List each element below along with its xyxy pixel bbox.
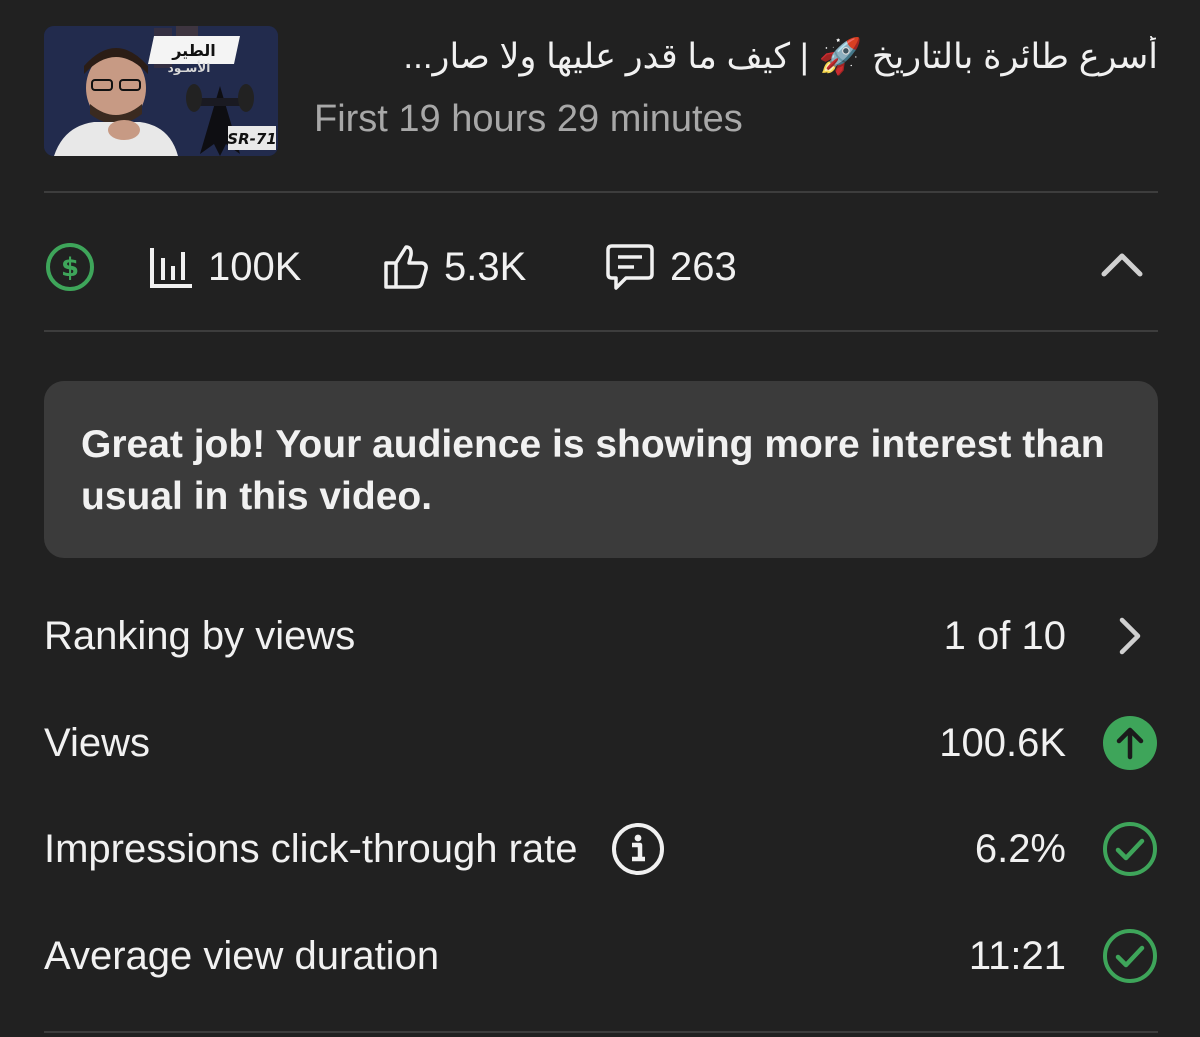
comment-icon [606, 244, 654, 290]
divider [44, 1031, 1158, 1033]
arrow-up-circle-icon [1103, 716, 1157, 770]
video-thumbnail[interactable]: الطير الأسـود SR-71 [44, 26, 278, 156]
comments-stat[interactable]: 263 [604, 236, 737, 298]
video-stats-row: $ 100K 5.3K 263 [44, 236, 1158, 298]
avg-duration-value: 11:21 [968, 934, 1066, 978]
bar-chart-icon [150, 248, 192, 288]
check-circle-icon [1103, 929, 1157, 983]
avg-duration-row: Average view duration 11:21 [44, 926, 1158, 986]
views-row: Views 100.6K [44, 713, 1158, 773]
views-label: Views [44, 721, 150, 765]
ranking-value: 1 of 10 [943, 614, 1066, 658]
video-age-subtitle: First 19 hours 29 minutes [314, 98, 743, 140]
video-header[interactable]: الطير الأسـود SR-71 أسرع طائرة بالتاريخ … [44, 26, 1158, 156]
check-circle-icon [1103, 822, 1157, 876]
ranking-row[interactable]: Ranking by views 1 of 10 [44, 606, 1158, 666]
insight-message: Great job! Your audience is showing more… [81, 423, 1105, 518]
svg-text:$: $ [61, 253, 79, 283]
likes-count: 5.3K [444, 244, 527, 289]
views-count: 100K [208, 244, 302, 289]
views-stat[interactable]: 100K [148, 236, 301, 298]
divider [44, 191, 1158, 193]
thumbnail-badge-text: SR-71 [227, 130, 276, 148]
info-icon[interactable] [610, 821, 666, 877]
insight-banner: Great job! Your audience is showing more… [44, 381, 1158, 558]
collapse-button[interactable] [1100, 250, 1144, 285]
ctr-label-wrap: Impressions click-through rate [44, 819, 666, 879]
ctr-label: Impressions click-through rate [44, 827, 578, 871]
monetization-status[interactable]: $ [44, 236, 96, 298]
chevron-up-icon [1101, 253, 1143, 277]
thumbnail-image: الطير الأسـود SR-71 [44, 26, 278, 156]
thumbnail-overlay-text-2: الأسـود [168, 60, 211, 76]
dollar-circle-icon: $ [46, 243, 94, 291]
ctr-row: Impressions click-through rate 6.2% [44, 819, 1158, 879]
likes-stat[interactable]: 5.3K [382, 236, 526, 298]
thumbnail-overlay-text-1: الطير [171, 41, 216, 60]
views-value: 100.6K [939, 721, 1066, 765]
avg-duration-label: Average view duration [44, 934, 440, 978]
ctr-value: 6.2% [974, 827, 1066, 871]
comments-count: 263 [670, 244, 737, 289]
ranking-label: Ranking by views [44, 614, 356, 658]
video-title[interactable]: أسرع طائرة بالتاريخ 🚀 | كيف ما قدر عليها… [314, 36, 1158, 77]
thumbs-up-icon [384, 245, 428, 289]
chevron-right-icon[interactable] [1102, 608, 1158, 664]
divider [44, 330, 1158, 332]
